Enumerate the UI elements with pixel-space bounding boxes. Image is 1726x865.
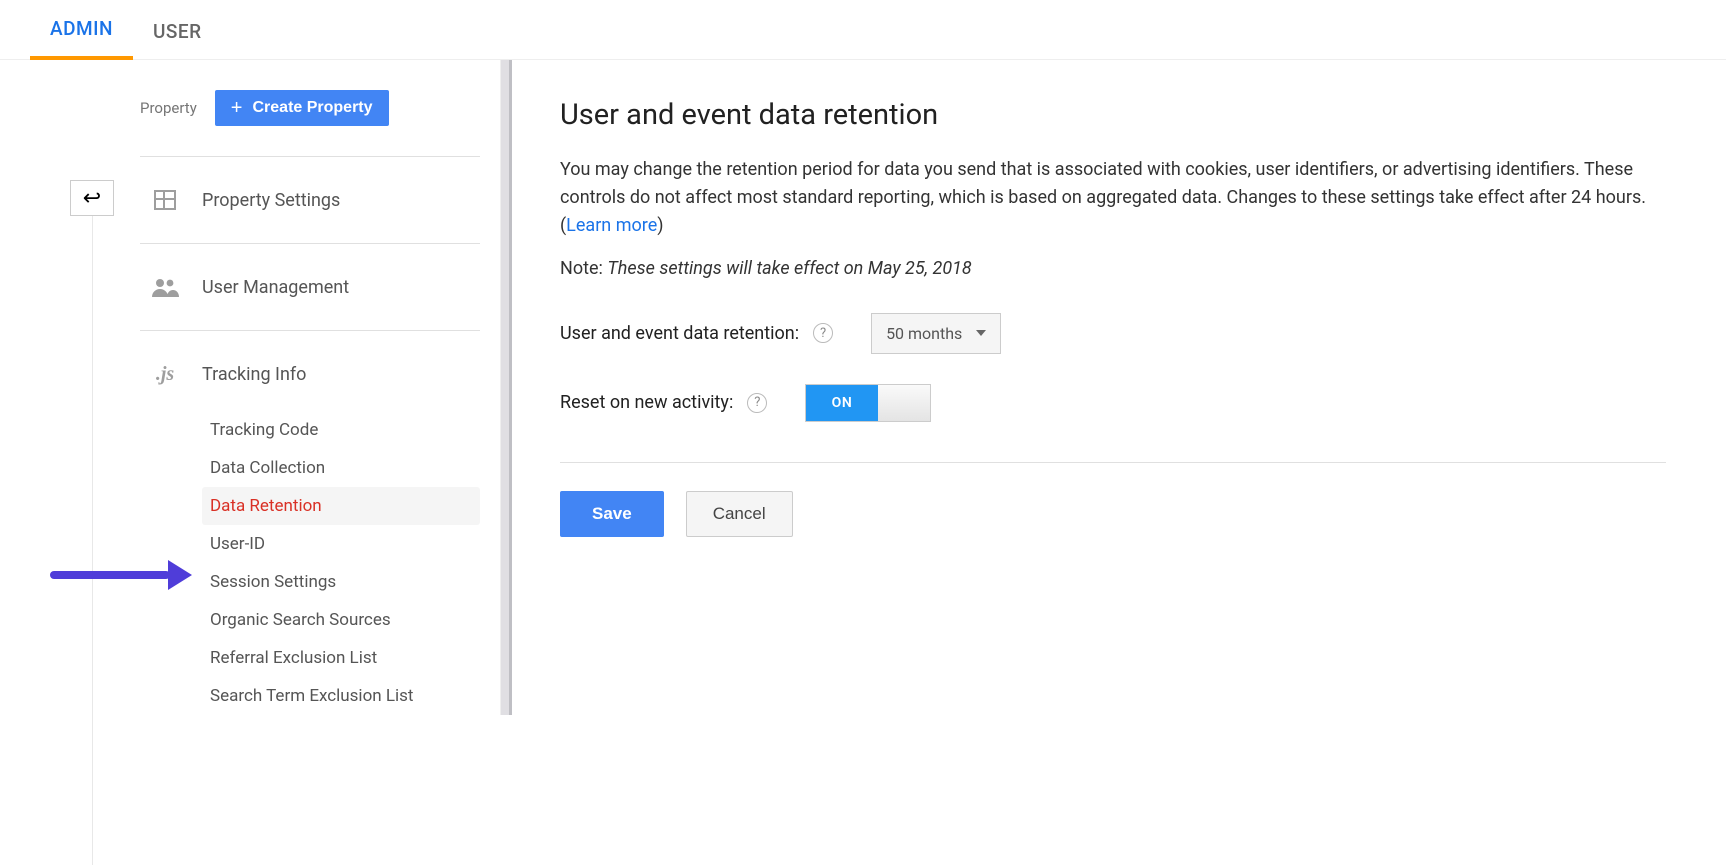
sub-item-session-settings[interactable]: Session Settings [210, 563, 480, 601]
main-content: User and event data retention You may ch… [512, 60, 1726, 715]
vertical-line [92, 215, 93, 865]
property-label: Property [140, 99, 197, 117]
cancel-button[interactable]: Cancel [686, 491, 793, 537]
create-property-label: Create Property [252, 99, 372, 117]
help-icon[interactable]: ? [747, 393, 767, 413]
sub-item-referral-exclusion[interactable]: Referral Exclusion List [210, 639, 480, 677]
vertical-scrollbar[interactable] [500, 60, 512, 715]
description-text: You may change the retention period for … [560, 156, 1666, 240]
sidebar-item-tracking-info[interactable]: .js Tracking Info [140, 337, 480, 411]
create-property-button[interactable]: + Create Property [215, 90, 389, 126]
annotation-arrow [50, 568, 190, 582]
top-tabs: ADMIN USER [0, 0, 1726, 60]
retention-dropdown[interactable]: 50 months [871, 313, 1001, 354]
sidebar-item-label: Property Settings [202, 190, 340, 211]
note-text: Note: These settings will take effect on… [560, 258, 1666, 279]
users-icon [150, 274, 180, 300]
back-arrow-icon: ↩ [83, 185, 101, 211]
sidebar-item-user-management[interactable]: User Management [140, 250, 480, 324]
sidebar-item-label: Tracking Info [202, 364, 306, 385]
sub-item-organic-search[interactable]: Organic Search Sources [210, 601, 480, 639]
plus-icon: + [231, 98, 243, 118]
help-icon[interactable]: ? [813, 323, 833, 343]
learn-more-link[interactable]: Learn more [566, 215, 657, 236]
toggle-handle [878, 385, 931, 421]
reset-label: Reset on new activity: [560, 392, 733, 413]
save-button[interactable]: Save [560, 491, 664, 537]
reset-toggle[interactable]: ON [805, 384, 931, 422]
toggle-on-label: ON [806, 385, 877, 421]
sub-item-data-retention[interactable]: Data Retention [202, 487, 480, 525]
sub-item-user-id[interactable]: User-ID [210, 525, 480, 563]
layout-icon [150, 187, 180, 213]
back-button[interactable]: ↩ [70, 180, 114, 216]
tab-user[interactable]: USER [133, 20, 222, 59]
sub-item-tracking-code[interactable]: Tracking Code [210, 411, 480, 449]
tab-admin[interactable]: ADMIN [30, 17, 133, 60]
sidebar-item-property-settings[interactable]: Property Settings [140, 163, 480, 237]
caret-down-icon [976, 330, 986, 336]
retention-value: 50 months [886, 324, 962, 343]
retention-label: User and event data retention: [560, 323, 799, 344]
arrow-right-icon [168, 560, 192, 590]
js-icon: .js [150, 361, 180, 387]
sidebar-item-label: User Management [202, 277, 349, 298]
page-title: User and event data retention [560, 98, 1666, 132]
sub-item-search-term-exclusion[interactable]: Search Term Exclusion List [210, 677, 480, 715]
sub-item-data-collection[interactable]: Data Collection [210, 449, 480, 487]
sidebar: Property + Create Property ↩ Property Se… [0, 60, 500, 715]
